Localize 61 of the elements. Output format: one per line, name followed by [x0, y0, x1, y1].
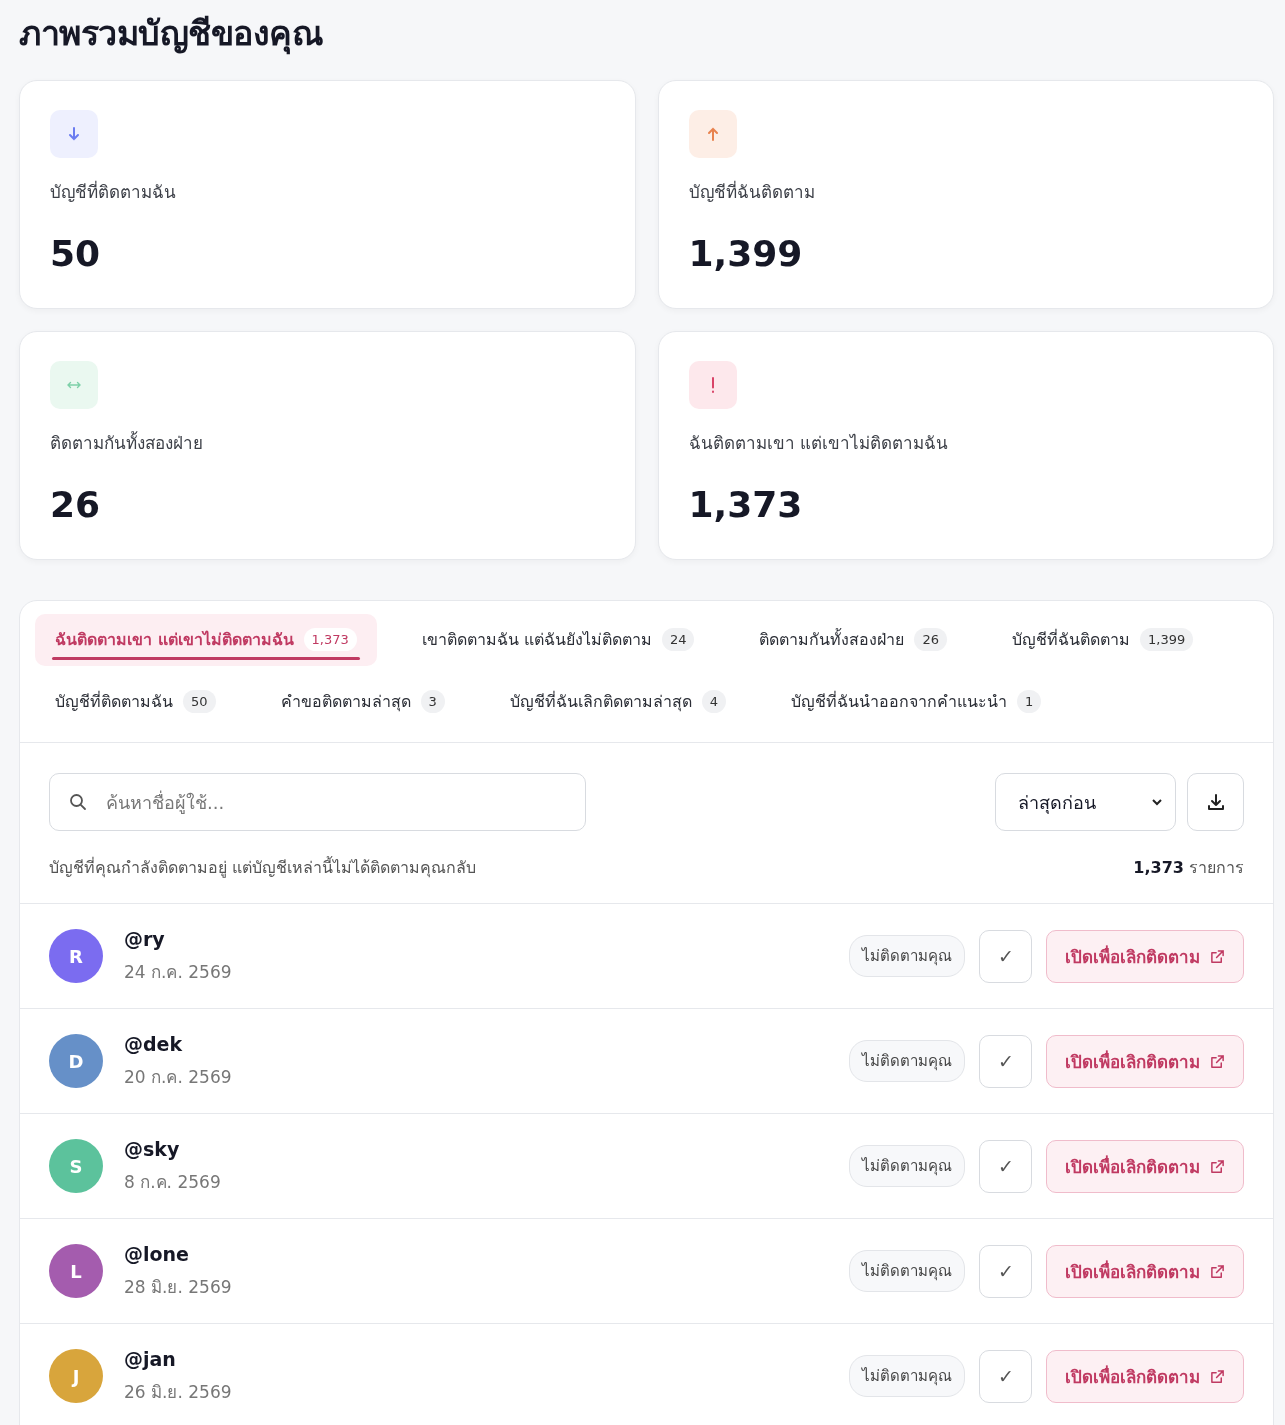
follow-date: 20 ก.ค. 2569: [124, 1065, 233, 1089]
sort-dropdown[interactable]: ล่าสุดก่อน: [995, 773, 1176, 831]
stat-label: ฉันติดตามเขา แต่เขาไม่ติดตามฉัน: [688, 432, 949, 455]
status-badge: ไม่ติดตามคุณ: [849, 1250, 965, 1292]
unfollow-button[interactable]: เปิดเพื่อเลิกติดตาม: [1046, 1244, 1244, 1298]
list-description: บัญชีที่คุณกำลังติดตามอยู่ แต่บัญชีเหล่านี้ไม่ได้ติดตามคุณกลับ: [49, 855, 477, 880]
stat-label: ติดตามกันทั้งสองฝ่าย: [50, 430, 204, 455]
status-badge: ไม่ติดตามคุณ: [849, 935, 965, 977]
status-badge: ไม่ติดตามคุณ: [849, 1145, 965, 1187]
chevron-down-icon: [1151, 798, 1163, 806]
search-field[interactable]: ค้นหาชื่อผู้ใช้...: [49, 773, 586, 831]
external-link-icon: [1210, 948, 1225, 964]
follow-date: 8 ก.ค. 2569: [124, 1170, 222, 1194]
arrow-down-icon: [66, 126, 82, 142]
confirm-button[interactable]: ✓: [979, 1034, 1032, 1088]
filter-tab[interactable]: บัญชีที่ฉันติดตาม 1,399: [992, 614, 1214, 666]
filter-tab[interactable]: บัญชีที่ติดตามฉัน 50: [35, 676, 236, 728]
stat-label: บัญชีที่ติดตามฉัน: [50, 179, 177, 204]
stat-value: 1,399: [688, 233, 804, 274]
username[interactable]: @lone: [124, 1242, 835, 1265]
status-badge: ไม่ติดตามคุณ: [849, 1355, 965, 1397]
status-badge: ไม่ติดตามคุณ: [849, 1040, 965, 1082]
stat-label: บัญชีที่ฉันติดตาม: [688, 179, 816, 204]
stat-value: 1,373: [688, 484, 804, 525]
username[interactable]: @ry: [124, 927, 835, 950]
avatar: L: [49, 1244, 103, 1298]
confirm-button[interactable]: ✓: [979, 929, 1032, 983]
filter-tab[interactable]: ติดตามกันทั้งสองฝ่าย 26: [739, 614, 967, 666]
page-title: ภาพรวมบัญชีของคุณ: [19, 12, 324, 57]
external-link-icon: [1210, 1263, 1225, 1279]
confirm-button[interactable]: ✓: [979, 1244, 1032, 1298]
external-link-icon: [1210, 1368, 1225, 1384]
external-link-icon: [1210, 1053, 1225, 1069]
unfollow-button[interactable]: เปิดเพื่อเลิกติดตาม: [1046, 1139, 1244, 1193]
follow-date: 26 มิ.ย. 2569: [124, 1380, 233, 1404]
download-button[interactable]: [1187, 773, 1244, 831]
avatar: R: [49, 929, 103, 983]
username[interactable]: @sky: [124, 1137, 835, 1160]
filter-tab[interactable]: คำขอติดตามล่าสุด 3: [260, 676, 465, 728]
download-icon: [1205, 792, 1226, 812]
avatar: S: [49, 1139, 103, 1193]
follow-date: 28 มิ.ย. 2569: [124, 1275, 233, 1299]
result-count: 1,373 รายการ: [1133, 857, 1244, 879]
avatar: D: [49, 1034, 103, 1088]
external-link-icon: [1210, 1158, 1225, 1174]
username[interactable]: @jan: [124, 1347, 835, 1370]
stat-value: 26: [50, 484, 102, 525]
username[interactable]: @dek: [124, 1032, 835, 1055]
exclamation-icon: [710, 377, 715, 393]
filter-tab[interactable]: ฉันติดตามเขา แต่เขาไม่ติดตามฉัน 1,373: [35, 614, 377, 666]
filter-tab[interactable]: เขาติดตามฉัน แต่ฉันยังไม่ติดตาม 24: [401, 614, 715, 666]
unfollow-button[interactable]: เปิดเพื่อเลิกติดตาม: [1046, 1034, 1244, 1088]
follow-date: 24 ก.ค. 2569: [124, 960, 233, 984]
confirm-button[interactable]: ✓: [979, 1349, 1032, 1403]
filter-tab[interactable]: บัญชีที่ฉันเลิกติดตามล่าสุด 4: [489, 676, 747, 728]
filter-tab[interactable]: บัญชีที่ฉันนำออกจากคำแนะนำ 1: [771, 676, 1062, 728]
unfollow-button[interactable]: เปิดเพื่อเลิกติดตาม: [1046, 1349, 1244, 1403]
confirm-button[interactable]: ✓: [979, 1139, 1032, 1193]
avatar: J: [49, 1349, 103, 1403]
stat-value: 50: [50, 233, 102, 274]
unfollow-button[interactable]: เปิดเพื่อเลิกติดตาม: [1046, 929, 1244, 983]
